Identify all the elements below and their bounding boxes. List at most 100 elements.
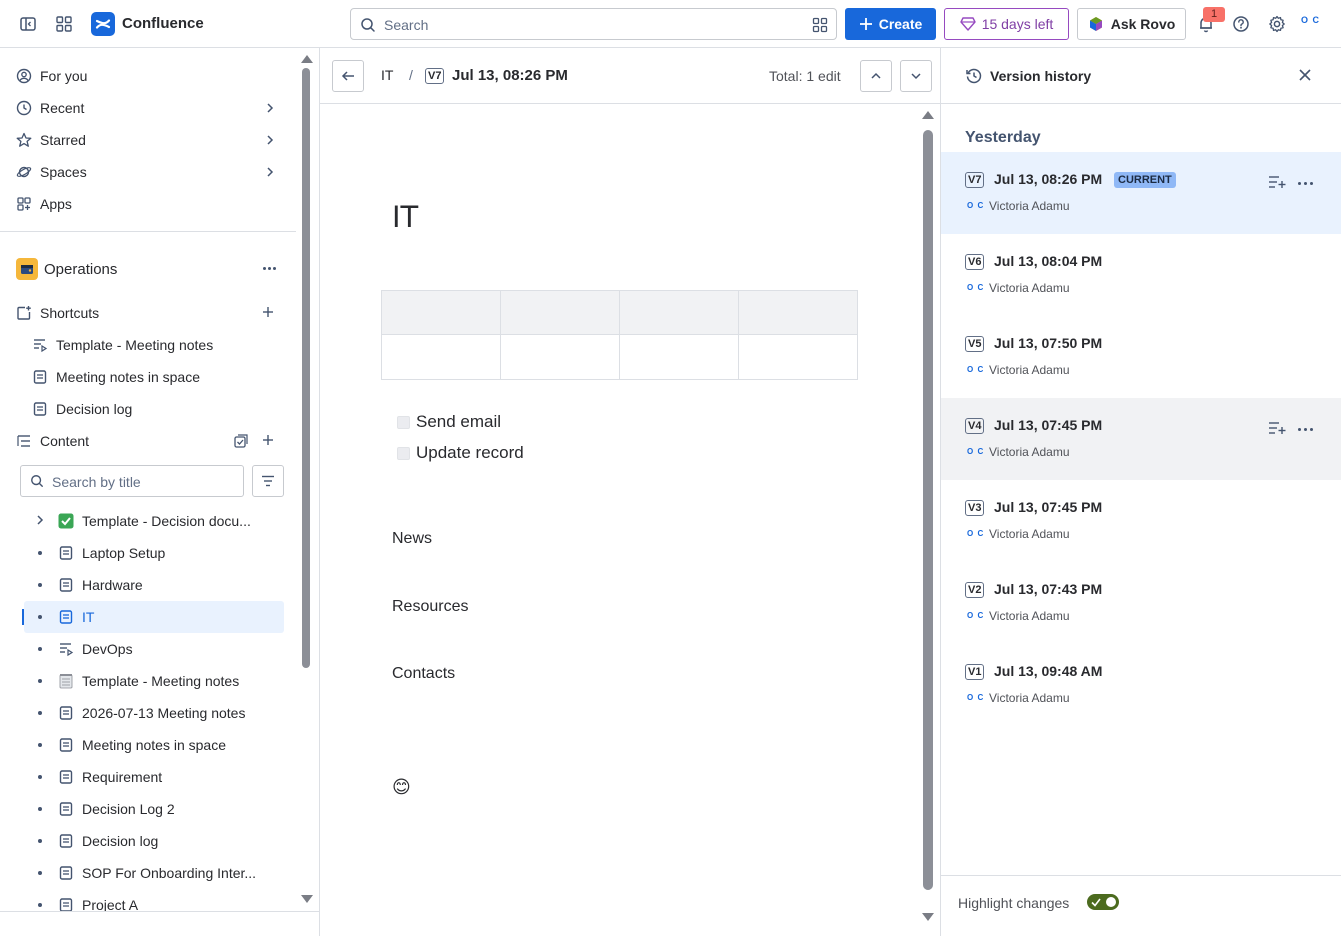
version-row-v5[interactable]: V5 Jul 13, 07:50 PM O C Victoria Adamu [941, 316, 1341, 398]
page-title: IT [392, 200, 419, 234]
star-icon [8, 132, 40, 148]
restore-version-icon[interactable] [1268, 175, 1286, 189]
tree-item[interactable]: Laptop Setup [24, 537, 284, 569]
create-button[interactable]: Create [845, 8, 936, 40]
tree-item[interactable]: Decision log [24, 825, 284, 857]
shortcut-label: Meeting notes in space [56, 369, 200, 385]
content-table [381, 290, 858, 380]
page-icon [24, 369, 56, 385]
space-header-operations[interactable]: Operations [8, 253, 288, 285]
sidebar-item-recent[interactable]: Recent [8, 92, 288, 124]
author-avatar: O C [967, 365, 985, 374]
page-icon [58, 769, 74, 785]
chevron-right-icon[interactable] [264, 102, 276, 114]
more-actions-icon[interactable] [1298, 428, 1313, 431]
search-by-title-input[interactable]: Search by title [20, 465, 244, 497]
bullet-icon [38, 583, 42, 587]
confluence-logo-icon[interactable] [91, 12, 115, 36]
version-author: Victoria Adamu [989, 363, 1070, 377]
top-navigation-bar: Confluence Search Create 15 days left As… [0, 0, 1341, 48]
apps-grid-icon [8, 196, 40, 212]
content-checklist-icon[interactable] [234, 434, 248, 448]
tree-item[interactable]: Project A [24, 889, 284, 911]
chevron-right-icon[interactable] [264, 134, 276, 146]
back-button[interactable] [332, 60, 364, 92]
sidebar-item-label: For you [40, 68, 88, 84]
scroll-down-arrow-icon[interactable] [300, 894, 314, 904]
tree-item-label: 2026-07-13 Meeting notes [82, 705, 246, 721]
table-header-cell [500, 290, 620, 335]
more-actions-icon[interactable] [1298, 182, 1313, 185]
version-author: Victoria Adamu [989, 199, 1070, 213]
tree-item[interactable]: Template - Decision docu... [24, 505, 284, 537]
sidebar-item-starred[interactable]: Starred [8, 124, 288, 156]
next-change-button[interactable] [900, 60, 932, 92]
scroll-up-arrow-icon[interactable] [921, 110, 935, 120]
tree-item[interactable]: SOP For Onboarding Inter... [24, 857, 284, 889]
scroll-up-arrow-icon[interactable] [300, 54, 314, 64]
highlight-changes-label: Highlight changes [958, 895, 1070, 911]
version-row-v6[interactable]: V6 Jul 13, 08:04 PM O C Victoria Adamu [941, 234, 1341, 316]
scroll-down-arrow-icon[interactable] [921, 912, 935, 922]
add-shortcut-icon[interactable] [262, 306, 274, 318]
check-emoji-icon [58, 513, 74, 529]
sidebar-item-spaces[interactable]: Spaces [8, 156, 288, 188]
more-actions-icon[interactable] [263, 267, 276, 270]
close-icon[interactable] [1298, 68, 1312, 82]
app-switcher-icon[interactable] [52, 12, 76, 36]
author-avatar: O C [967, 529, 985, 538]
previous-change-button[interactable] [860, 60, 892, 92]
global-search-input[interactable]: Search [350, 8, 837, 40]
version-row-v7[interactable]: V7 Jul 13, 08:26 PM CURRENT O C Victoria… [941, 152, 1341, 234]
version-row-v4[interactable]: V4 Jul 13, 07:45 PM O C Victoria Adamu [941, 398, 1341, 480]
add-content-icon[interactable] [262, 434, 274, 446]
tree-item-label: Decision Log 2 [82, 801, 175, 817]
settings-gear-icon[interactable] [1265, 12, 1289, 36]
sidebar-item-apps[interactable]: Apps [8, 188, 288, 220]
breadcrumb-version-date: Jul 13, 08:26 PM [452, 67, 568, 84]
author-avatar: O C [967, 693, 985, 702]
version-row-v2[interactable]: V2 Jul 13, 07:43 PM O C Victoria Adamu [941, 562, 1341, 644]
content-scrollbar-thumb[interactable] [923, 130, 933, 890]
shortcut-item[interactable]: Decision log [24, 393, 286, 425]
shortcut-item[interactable]: Template - Meeting notes [24, 329, 286, 361]
tree-item[interactable]: Template - Meeting notes [24, 665, 284, 697]
tree-item[interactable]: 2026-07-13 Meeting notes [24, 697, 284, 729]
tree-item-label: SOP For Onboarding Inter... [82, 865, 257, 881]
chevron-right-icon[interactable] [34, 514, 46, 526]
table-cell [738, 334, 858, 380]
sidebar-item-label: Recent [40, 100, 85, 116]
tree-item[interactable]: DevOps [24, 633, 284, 665]
product-name[interactable]: Confluence [122, 15, 204, 32]
restore-version-icon[interactable] [1268, 421, 1286, 435]
bullet-icon [38, 807, 42, 811]
tree-item-active[interactable]: IT [24, 601, 284, 633]
task-item: Update record [397, 443, 524, 463]
shortcut-item[interactable]: Meeting notes in space [24, 361, 286, 393]
task-checkbox [397, 446, 410, 460]
create-button-label: Create [878, 16, 923, 32]
version-row-v3[interactable]: V3 Jul 13, 07:45 PM O C Victoria Adamu [941, 480, 1341, 562]
sidebar-toggle-icon[interactable] [16, 12, 40, 36]
ask-rovo-button[interactable]: Ask Rovo [1077, 8, 1186, 40]
chevron-right-icon[interactable] [264, 166, 276, 178]
tree-item[interactable]: Decision Log 2 [24, 793, 284, 825]
breadcrumb-space[interactable]: IT [381, 67, 393, 83]
tree-item[interactable]: Meeting notes in space [24, 729, 284, 761]
tree-item[interactable]: Requirement [24, 761, 284, 793]
tree-item-label: Template - Decision docu... [82, 513, 251, 529]
sidebar-item-for-you[interactable]: For you [8, 60, 288, 92]
version-preview-toolbar: IT / V7 Jul 13, 08:26 PM Total: 1 edit [320, 48, 940, 104]
search-filter-icon[interactable] [812, 17, 828, 33]
filter-button[interactable] [252, 465, 284, 497]
sidebar-item-content[interactable]: Content [8, 425, 288, 457]
help-icon[interactable] [1229, 12, 1253, 36]
trial-days-button[interactable]: 15 days left [944, 8, 1069, 40]
user-avatar[interactable]: O C [1301, 15, 1325, 35]
tree-item-label: Project A [82, 897, 139, 911]
highlight-changes-toggle[interactable] [1087, 894, 1119, 910]
version-row-v1[interactable]: V1 Jul 13, 09:48 AM O C Victoria Adamu [941, 644, 1341, 726]
sidebar-scrollbar-thumb[interactable] [302, 68, 310, 668]
tree-item[interactable]: Hardware [24, 569, 284, 601]
sidebar-item-shortcuts[interactable]: Shortcuts [8, 297, 288, 329]
